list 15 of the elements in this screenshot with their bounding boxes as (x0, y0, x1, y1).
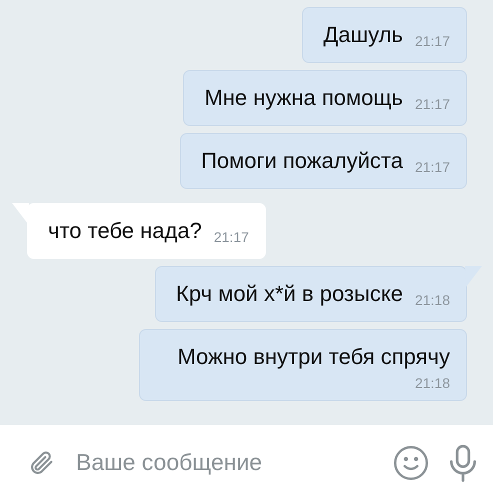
emoji-icon[interactable] (392, 444, 430, 482)
microphone-icon[interactable] (448, 444, 478, 482)
message-time: 21:18 (414, 375, 450, 391)
message-text: Дашуль (323, 21, 403, 49)
message-text: Можно внутри тебя спрячу (177, 343, 450, 371)
message-time: 21:17 (214, 229, 249, 245)
message-text: Помоги пожалуйста (201, 147, 403, 175)
message-time: 21:17 (414, 96, 450, 112)
message-time: 21:17 (414, 159, 450, 175)
message-time: 21:18 (414, 292, 450, 308)
message-text: Крч мой х*й в розыске (176, 280, 403, 308)
message-text: что тебе нада? (48, 217, 202, 245)
message-time: 21:17 (414, 33, 450, 49)
message-text: Мне нужна помощь (204, 84, 403, 112)
message-input[interactable]: Ваше сообщение (74, 448, 374, 477)
